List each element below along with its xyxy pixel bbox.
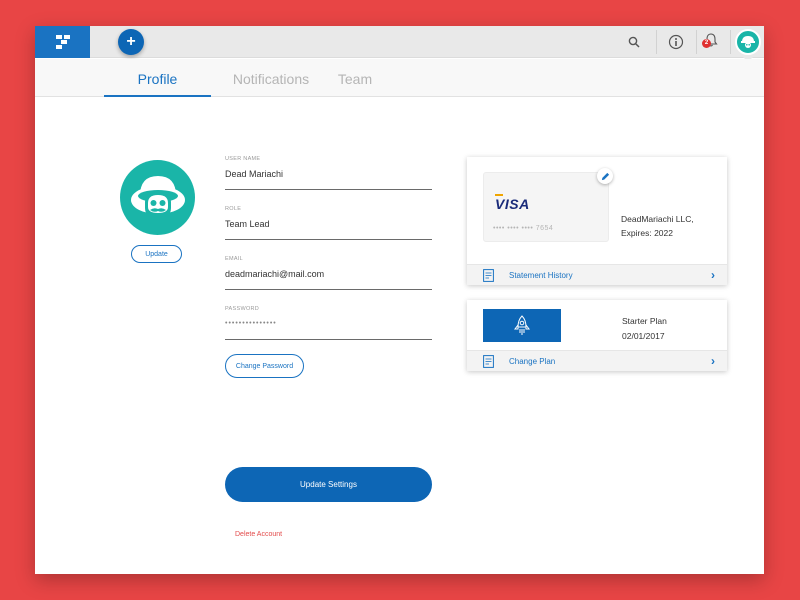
username-value: Dead Mariachi — [225, 169, 284, 179]
plan-info: Starter Plan 02/01/2017 — [622, 314, 667, 344]
chevron-right-icon: › — [711, 268, 715, 282]
password-value: ••••••••••••••• — [225, 320, 277, 327]
search-icon[interactable] — [616, 26, 652, 58]
add-button[interactable]: + — [118, 29, 144, 55]
statement-history-row[interactable]: Statement History › — [467, 264, 727, 285]
pencil-icon — [601, 172, 609, 180]
top-bar: + 2 — [35, 26, 764, 58]
credit-card: VISA •••• •••• •••• 7654 — [483, 172, 609, 242]
change-plan-label: Change Plan — [509, 357, 556, 366]
password-label: PASSWORD — [225, 306, 260, 312]
update-settings-button[interactable]: Update Settings — [225, 467, 432, 502]
update-avatar-button[interactable]: Update — [131, 245, 182, 263]
email-value: deadmariachi@mail.com — [225, 269, 325, 279]
chevron-right-icon: › — [711, 354, 715, 368]
card-number: •••• •••• •••• 7654 — [493, 225, 554, 232]
user-avatar[interactable] — [735, 29, 761, 55]
tab-profile[interactable]: Profile — [104, 59, 211, 97]
email-label: EMAIL — [225, 256, 244, 262]
email-field[interactable]: EMAIL deadmariachi@mail.com — [225, 256, 432, 290]
username-field[interactable]: USER NAME Dead Mariachi — [225, 156, 432, 190]
role-field[interactable]: ROLE Team Lead — [225, 206, 432, 240]
visa-logo: VISA — [495, 194, 530, 212]
password-field[interactable]: PASSWORD ••••••••••••••• — [225, 306, 432, 340]
card-expiry: Expires: 2022 — [621, 228, 673, 238]
plan-name: Starter Plan — [622, 316, 667, 326]
app-window: + 2 Profile Notifications Team Update US… — [35, 26, 764, 574]
plan-badge — [483, 309, 561, 342]
edit-card-button[interactable] — [597, 168, 613, 184]
tab-notifications[interactable]: Notifications — [216, 59, 326, 97]
divider — [656, 30, 657, 54]
company-name: DeadMariachi LLC, — [621, 214, 694, 224]
divider — [730, 30, 731, 54]
billing-info: DeadMariachi LLC, Expires: 2022 — [621, 212, 694, 240]
info-icon[interactable] — [658, 26, 694, 58]
username-label: USER NAME — [225, 156, 261, 162]
role-label: ROLE — [225, 206, 242, 212]
notifications-button[interactable]: 2 — [693, 26, 729, 58]
plan-card: Starter Plan 02/01/2017 Change Plan › — [467, 300, 727, 371]
document-icon — [483, 269, 494, 287]
rocket-icon — [514, 314, 530, 335]
delete-account-link[interactable]: Delete Account — [235, 531, 282, 538]
profile-avatar — [120, 160, 195, 235]
change-plan-row[interactable]: Change Plan › — [467, 350, 727, 371]
change-password-button[interactable]: Change Password — [225, 354, 304, 378]
tab-bar: Profile Notifications Team — [35, 59, 764, 97]
plan-date: 02/01/2017 — [622, 331, 665, 341]
notification-badge: 2 — [702, 39, 711, 48]
statement-history-label: Statement History — [509, 271, 573, 280]
role-value: Team Lead — [225, 219, 270, 229]
document-icon — [483, 355, 494, 373]
billing-card: VISA •••• •••• •••• 7654 DeadMariachi LL… — [467, 157, 727, 285]
brand-logo-icon[interactable] — [35, 26, 90, 58]
mariachi-skull-avatar — [130, 175, 185, 218]
tab-team[interactable]: Team — [331, 59, 379, 97]
